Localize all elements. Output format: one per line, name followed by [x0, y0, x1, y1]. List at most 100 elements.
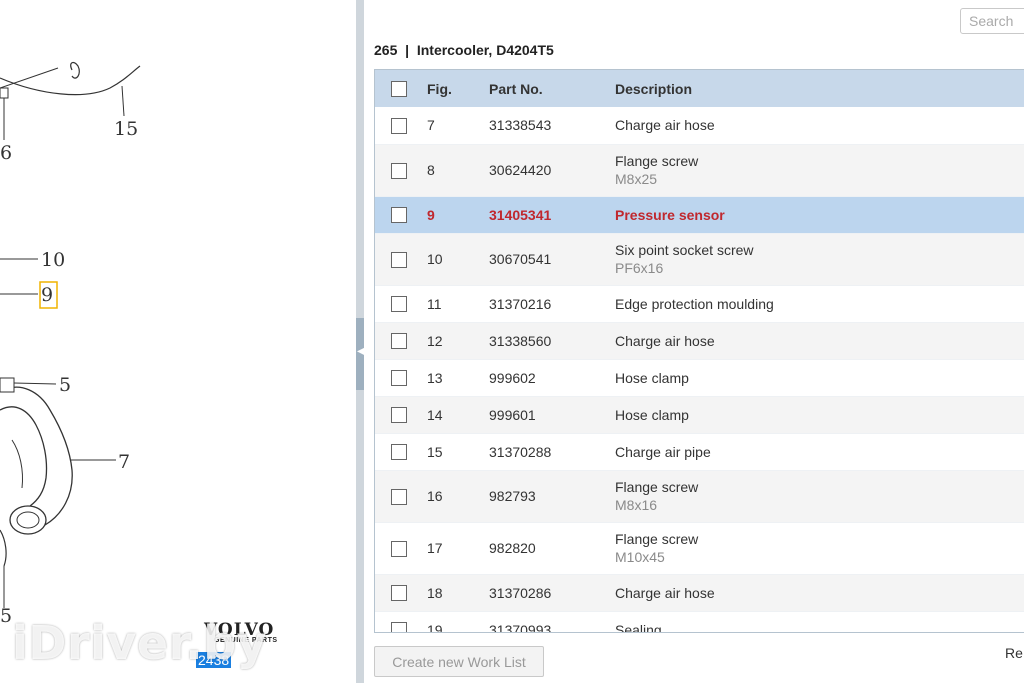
row-checkbox[interactable] [391, 207, 407, 224]
table-row[interactable]: 11 31370216 Edge protection moulding [375, 285, 1024, 322]
callout-5-lower[interactable]: 5 [0, 605, 12, 627]
callout-7[interactable]: 7 [118, 451, 130, 473]
row-fig: 10 [427, 251, 443, 267]
table-row[interactable]: 8 30624420 Flange screw M8x25 [375, 144, 1024, 196]
row-description-cell: Hose clamp [615, 359, 1024, 396]
row-description-cell: Charge air hose [615, 574, 1024, 611]
parts-table: Fig. Part No. Description 7 31338543 Charg… [374, 69, 1024, 633]
row-fig: 8 [427, 162, 435, 178]
table-row[interactable]: 16 982793 Flange screw M8x16 [375, 470, 1024, 522]
row-fig: 12 [427, 332, 443, 349]
callout-9[interactable]: 9 [41, 284, 53, 306]
pane-splitter[interactable]: ◀ [356, 0, 365, 683]
row-spec: M10x45 [615, 549, 665, 565]
row-description: Flange screw [615, 531, 699, 547]
callout-15[interactable]: 15 [114, 118, 138, 140]
row-part-no: 999602 [489, 369, 536, 386]
row-part-no: 31370288 [489, 443, 552, 460]
header-description[interactable]: Description [615, 70, 1024, 107]
header-part-no[interactable]: Part No. [489, 70, 615, 107]
row-description: Pressure sensor [615, 206, 725, 223]
right-footer-button[interactable]: Re [1005, 645, 1023, 661]
watermark: iDriver.by [12, 616, 268, 670]
row-part-no: 982793 [489, 488, 536, 504]
table-row[interactable]: 15 31370288 Charge air pipe [375, 433, 1024, 470]
row-checkbox[interactable] [391, 540, 407, 557]
table-row[interactable]: 14 999601 Hose clamp [375, 396, 1024, 433]
select-all-checkbox[interactable] [391, 81, 407, 98]
row-checkbox[interactable] [391, 333, 407, 350]
row-part-no: 982820 [489, 540, 536, 556]
table-row[interactable]: 19 31370993 Sealing [375, 611, 1024, 633]
parts-diagram[interactable]: 15 6 10 9 5 7 5 [0, 0, 356, 683]
row-checkbox[interactable] [391, 407, 407, 424]
callout-5[interactable]: 5 [59, 374, 71, 396]
row-description: Sealing [615, 621, 662, 633]
row-description: Hose clamp [615, 406, 689, 423]
table-row[interactable]: 13 999602 Hose clamp [375, 359, 1024, 396]
row-part-no: 31370993 [489, 621, 552, 633]
callout-6[interactable]: 6 [0, 142, 12, 164]
row-fig: 15 [427, 443, 443, 460]
table-row[interactable]: 12 31338560 Charge air hose [375, 322, 1024, 359]
search-input[interactable] [960, 8, 1024, 34]
table-header-row: Fig. Part No. Description [375, 70, 1024, 107]
diagram-pane[interactable]: 15 6 10 9 5 7 5 VOLVO GENUINE PARTS 2438… [0, 0, 356, 683]
row-checkbox[interactable] [391, 585, 407, 602]
row-fig: 13 [427, 369, 443, 386]
row-description: Flange screw [615, 479, 699, 495]
row-description-cell: Pressure sensor [615, 196, 1024, 233]
parts-pane: 265 | Intercooler, D4204T5 Fig. Part No.… [364, 0, 1024, 683]
row-fig: 16 [427, 488, 443, 504]
row-description: Flange screw [615, 153, 699, 169]
row-description-cell: Charge air pipe [615, 433, 1024, 470]
row-checkbox[interactable] [391, 251, 407, 268]
row-part-no: 31338560 [489, 332, 552, 349]
row-part-no: 30624420 [489, 162, 552, 178]
row-description-cell: Charge air hose [615, 322, 1024, 359]
row-spec: M8x25 [615, 171, 658, 187]
callout-10[interactable]: 10 [41, 249, 65, 271]
row-fig: 7 [427, 117, 435, 134]
create-work-list-button[interactable]: Create new Work List [374, 646, 544, 677]
group-number: 265 [374, 42, 398, 58]
row-description: Charge air hose [615, 332, 715, 349]
row-description: Charge air hose [615, 117, 715, 134]
row-checkbox[interactable] [391, 444, 407, 461]
table-row[interactable]: 7 31338543 Charge air hose [375, 107, 1024, 144]
row-description: Six point socket screw [615, 242, 754, 258]
row-fig: 14 [427, 406, 443, 423]
row-checkbox[interactable] [391, 296, 407, 313]
row-part-no: 31405341 [489, 206, 552, 223]
row-spec: PF6x16 [615, 260, 664, 276]
row-checkbox[interactable] [391, 370, 407, 387]
group-name: Intercooler, D4204T5 [416, 42, 554, 58]
row-description-cell: Flange screw M8x16 [615, 470, 1024, 522]
row-description-cell: Flange screw M10x45 [615, 522, 1024, 574]
row-fig: 11 [427, 295, 442, 312]
row-part-no: 30670541 [489, 251, 552, 267]
table-row[interactable]: 18 31370286 Charge air hose [375, 574, 1024, 611]
row-part-no: 31370286 [489, 584, 552, 601]
header-fig[interactable]: Fig. [427, 70, 489, 107]
table-row[interactable]: 9 31405341 Pressure sensor [375, 196, 1024, 233]
row-checkbox[interactable] [391, 162, 407, 179]
row-description: Hose clamp [615, 369, 689, 386]
row-fig: 18 [427, 584, 443, 601]
row-description-cell: Flange screw M8x25 [615, 144, 1024, 196]
group-separator: | [405, 42, 410, 58]
table-row[interactable]: 17 982820 Flange screw M10x45 [375, 522, 1024, 574]
row-description: Charge air pipe [615, 443, 711, 460]
row-checkbox[interactable] [391, 488, 407, 505]
row-fig: 19 [427, 621, 443, 633]
row-checkbox[interactable] [391, 117, 407, 134]
row-description-cell: Sealing [615, 611, 1024, 633]
row-checkbox[interactable] [391, 622, 407, 632]
table-row[interactable]: 10 30670541 Six point socket screw PF6x16 [375, 233, 1024, 285]
row-fig: 9 [427, 206, 435, 223]
row-spec: M8x16 [615, 497, 658, 513]
row-description: Charge air hose [615, 584, 715, 601]
row-part-no: 31338543 [489, 117, 552, 134]
group-title: 265 | Intercooler, D4204T5 [374, 42, 554, 58]
row-part-no: 31370216 [489, 295, 552, 312]
